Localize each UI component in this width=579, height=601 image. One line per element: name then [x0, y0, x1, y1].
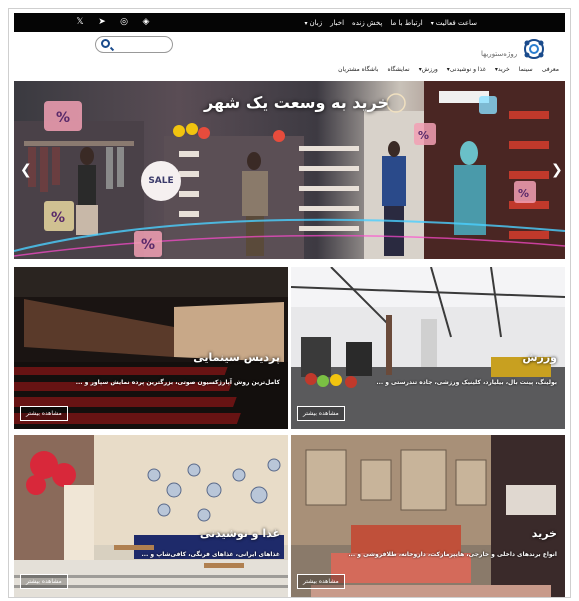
logo-text: روژه‌ستوریها: [481, 50, 518, 58]
card-sport-image: [291, 267, 565, 429]
nav-item-sport[interactable]: ورزش▾: [419, 66, 438, 73]
search-box[interactable]: [95, 36, 173, 53]
twitter-icon[interactable]: 𝕏: [74, 16, 86, 28]
main-nav: معرفی سینما خرید▾ غذا و نوشیدنی▾ ورزش▾ ن…: [338, 66, 559, 73]
top-menu-live[interactable]: پخش زنده: [352, 19, 382, 27]
logo-mark-icon: [524, 39, 544, 59]
top-bar: 𝕏 ➤ ◎ ◈ ساعت فعالیت▾ ارتباط با ما پخش زن…: [14, 13, 565, 32]
card-shopping[interactable]: خرید انواع برندهای داخلی و خارجی، هایپرم…: [291, 435, 565, 597]
chevron-left-icon[interactable]: ❮: [20, 161, 32, 179]
card-description: بولینگ، پینت بال، بیلیارد، کلینیک ورزشی،…: [376, 379, 557, 386]
svg-text:%: %: [418, 129, 429, 142]
search-icon[interactable]: [101, 39, 110, 48]
top-menu: ساعت فعالیت▾ ارتباط با ما پخش زنده اخبار…: [305, 13, 478, 32]
card-cinema[interactable]: پردیس سینمایی کامل‌ترین روش آپارژکسیون ص…: [14, 267, 288, 429]
telegram-icon[interactable]: ➤: [96, 16, 108, 28]
card-sport[interactable]: ورزش بولینگ، پینت بال، بیلیارد، کلینیک و…: [291, 267, 565, 429]
hero-banner[interactable]: %%%%% SALE خرید به وسعت یک شهر ❮ ❯: [14, 81, 565, 259]
nav-item-exhibition[interactable]: نمایشگاه: [387, 66, 409, 73]
svg-text:%: %: [56, 110, 70, 126]
instagram-icon[interactable]: ◎: [118, 16, 130, 28]
chevron-down-icon: ▾: [430, 19, 434, 27]
hero-title: خرید به وسعت یک شهر: [204, 93, 390, 112]
more-button[interactable]: مشاهده بیشتر: [297, 574, 345, 589]
svg-text:%: %: [141, 237, 155, 253]
top-menu-contact[interactable]: ارتباط با ما: [390, 19, 422, 27]
card-description: انواع برندهای داخلی و خارجی، هایپرمارکت،…: [348, 551, 557, 558]
chevron-right-icon[interactable]: ❯: [551, 161, 563, 179]
card-title: خرید: [531, 527, 557, 540]
more-button[interactable]: مشاهده بیشتر: [20, 574, 68, 589]
logo[interactable]: روژه‌ستوریها: [481, 38, 561, 64]
page-frame: 𝕏 ➤ ◎ ◈ ساعت فعالیت▾ ارتباط با ما پخش زن…: [8, 8, 571, 598]
card-title: ورزش: [522, 351, 557, 364]
card-title: پردیس سینمایی: [193, 351, 280, 364]
nav-item-cinema[interactable]: سینما: [519, 66, 533, 73]
card-food[interactable]: غذا و نوشیدنی غذاهای ایرانی، غذاهای فرنگ…: [14, 435, 288, 597]
nav-item-shopping[interactable]: خرید▾: [495, 66, 510, 73]
top-menu-hours[interactable]: ساعت فعالیت▾: [431, 19, 477, 27]
svg-text:%: %: [51, 210, 65, 226]
card-cinema-image: [14, 267, 288, 429]
search-input[interactable]: [114, 38, 170, 51]
nav-item-food[interactable]: غذا و نوشیدنی▾: [447, 66, 486, 73]
nav-item-intro[interactable]: معرفی: [542, 66, 559, 73]
chevron-down-icon: ▾: [304, 19, 308, 27]
top-menu-news[interactable]: اخبار: [330, 19, 344, 27]
top-menu-language[interactable]: زبان▾: [305, 19, 323, 27]
card-description: کامل‌ترین روش آپارژکسیون صوتی، بزرگترین …: [75, 379, 280, 386]
card-food-image: [14, 435, 288, 597]
sale-badge: SALE: [141, 161, 181, 201]
more-button[interactable]: مشاهده بیشتر: [297, 406, 345, 421]
card-shopping-image: [291, 435, 565, 597]
social-links: 𝕏 ➤ ◎ ◈: [74, 16, 152, 28]
more-button[interactable]: مشاهده بیشتر: [20, 406, 68, 421]
card-description: غذاهای ایرانی، غذاهای فرنگی، کافی‌شاپ و …: [141, 551, 280, 558]
card-title: غذا و نوشیدنی: [199, 527, 280, 540]
aparat-icon[interactable]: ◈: [140, 16, 152, 28]
nav-item-customer-club[interactable]: باشگاه مشتریان: [338, 66, 378, 73]
svg-text:%: %: [518, 187, 529, 200]
